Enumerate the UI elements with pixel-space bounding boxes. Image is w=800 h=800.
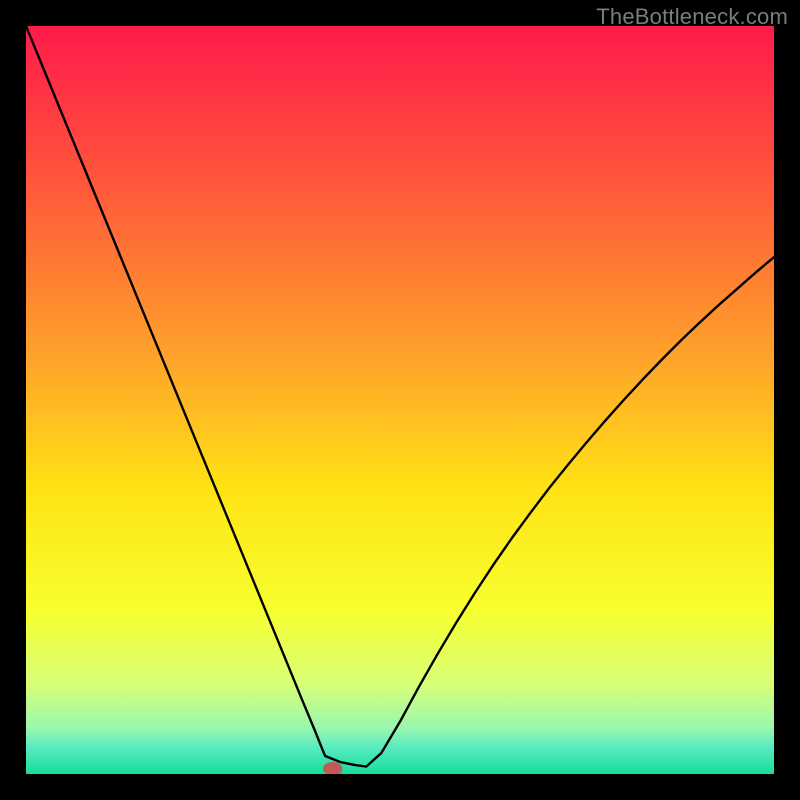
gradient-background xyxy=(26,26,774,774)
chart-frame: TheBottleneck.com xyxy=(0,0,800,800)
plot-area xyxy=(26,26,774,774)
bottleneck-chart xyxy=(26,26,774,774)
